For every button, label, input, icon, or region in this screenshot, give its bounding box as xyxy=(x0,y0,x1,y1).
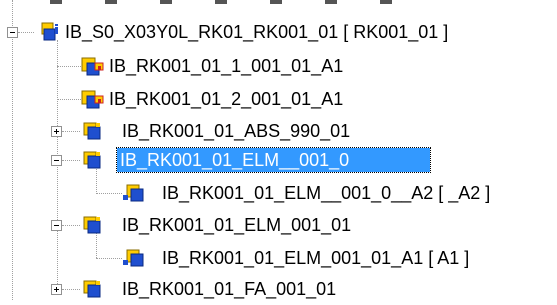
cube-icon xyxy=(81,214,107,236)
cube-icon xyxy=(81,278,107,300)
tree-node-label[interactable]: IB_S0_X03Y0L_RK01_RK001_01 [ RK001_01 ] xyxy=(62,21,451,43)
tree-connector xyxy=(96,258,122,259)
tree-connector xyxy=(57,66,81,67)
group-cube-icon xyxy=(35,21,61,43)
collapse-toggle[interactable] xyxy=(51,220,62,231)
tree-node-label[interactable]: IB_RK001_01_ELM__001_0__A2 [ _A2 ] xyxy=(159,182,493,204)
tree-connector xyxy=(57,40,58,292)
tree-node-label[interactable]: IB_RK001_01_FA_001_01 xyxy=(119,278,339,300)
collapse-toggle[interactable] xyxy=(51,155,62,166)
tree-connector xyxy=(12,0,13,300)
tree-node-label[interactable]: IB_RK001_01_ELM_001_01_A1 [ A1 ] xyxy=(159,247,472,269)
expand-toggle[interactable] xyxy=(51,126,62,137)
cube-icon xyxy=(81,120,107,142)
tree-node-label-selected[interactable]: IB_RK001_01_ELM__001_0 xyxy=(116,147,431,173)
tree-connector xyxy=(62,289,80,290)
tree-connector xyxy=(57,99,81,100)
expand-toggle[interactable] xyxy=(51,284,62,295)
tree-view[interactable]: IB_S0_X03Y0L_RK01_RK001_01 [ RK001_01 ] … xyxy=(0,0,557,300)
tree-node-label[interactable]: IB_RK001_01_1_001_01_A1 xyxy=(106,55,346,77)
tree-connector xyxy=(18,32,34,33)
tree-connector xyxy=(96,193,122,194)
cube-with-pin-icon xyxy=(122,182,148,204)
tree-connector xyxy=(62,225,80,226)
tree-connector xyxy=(62,160,80,161)
tree-connector xyxy=(62,131,80,132)
cube-with-hook-icon xyxy=(81,55,107,77)
cube-with-pin-icon xyxy=(122,247,148,269)
tree-node-label[interactable]: IB_RK001_01_ELM_001_01 xyxy=(119,214,354,236)
tree-node-label[interactable]: IB_RK001_01_ABS_990_01 xyxy=(119,120,353,142)
collapse-toggle[interactable] xyxy=(7,27,18,38)
clipped-row-fragment xyxy=(10,0,530,6)
tree-node-label[interactable]: IB_RK001_01_2_001_01_A1 xyxy=(106,88,346,110)
cube-icon xyxy=(81,149,107,171)
cube-with-hook-icon xyxy=(81,88,107,110)
